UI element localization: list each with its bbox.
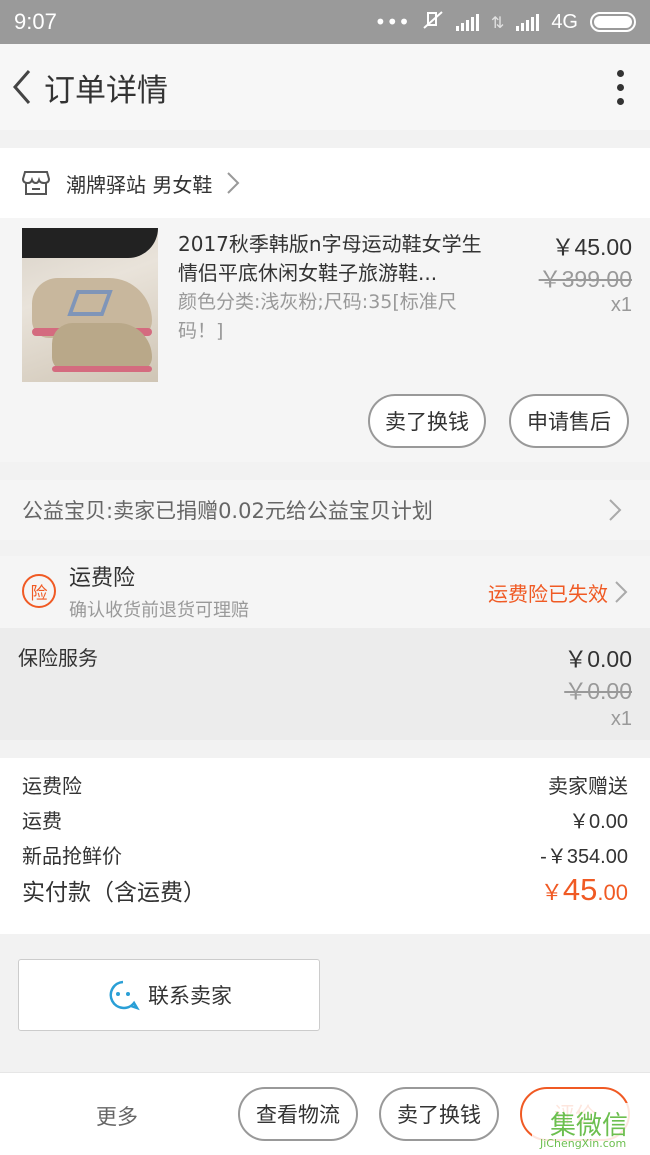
total-decimal: .00 <box>597 880 628 905</box>
chevron-right-icon <box>615 581 628 603</box>
page-title: 订单详情 <box>44 72 168 109</box>
summary-row: 运费 ￥0.00 <box>22 805 628 834</box>
total-value: ￥45.00 <box>541 872 628 908</box>
after-sale-button[interactable]: 申请售后 <box>509 394 629 448</box>
payment-summary: 运费险 卖家赠送 运费 ￥0.00 新品抢鲜价 -￥354.00 实付款（含运费… <box>0 758 650 934</box>
chevron-right-icon <box>227 172 240 194</box>
watermark: 集微信 JiChengXin.com <box>532 1103 650 1155</box>
total-row: 实付款（含运费） ￥45.00 <box>22 872 628 908</box>
summary-label: 运费险 <box>22 774 82 798</box>
insurance-status: 运费险已失效 <box>488 582 608 606</box>
store-icon <box>22 171 50 195</box>
more-dots-icon: ••• <box>374 10 410 34</box>
insurance-badge-icon: 险 <box>22 574 56 608</box>
total-currency: ￥ <box>540 880 563 905</box>
service-price: ￥0.00 <box>564 646 632 672</box>
service-original-price: ￥0.00 <box>564 678 632 704</box>
signal-icon-2 <box>516 13 540 31</box>
signal-icon <box>455 13 479 31</box>
more-menu-button[interactable] <box>590 44 650 130</box>
summary-value: -￥354.00 <box>540 846 628 868</box>
product-title: 2017秋季韩版n字母运动鞋女学生情侣平底休闲女鞋子旅游鞋... <box>178 232 482 285</box>
charity-row[interactable]: 公益宝贝:卖家已捐赠0.02元给公益宝贝计划 <box>0 480 650 540</box>
product-price: ￥45.00 <box>551 234 632 260</box>
summary-row: 运费险 卖家赠送 <box>22 770 628 799</box>
status-icons: ••• ⇅ 4G <box>375 10 636 35</box>
shop-name: 潮牌驿站 男女鞋 <box>66 172 213 197</box>
product-original-price: ￥399.00 <box>538 266 632 292</box>
service-quantity: x1 <box>610 708 632 730</box>
network-type: 4G <box>551 10 578 33</box>
summary-label: 运费 <box>22 809 62 833</box>
chevron-right-icon <box>609 499 622 521</box>
battery-icon <box>590 12 636 32</box>
back-button[interactable] <box>2 44 42 130</box>
product-sku: 颜色分类:浅灰粉;尺码:35[标准尺码！] <box>178 291 457 342</box>
summary-row: 新品抢鲜价 -￥354.00 <box>22 840 628 869</box>
total-label: 实付款（含运费） <box>22 880 206 906</box>
chat-face-icon <box>109 980 140 1011</box>
contact-seller-button[interactable]: 联系卖家 <box>18 959 320 1031</box>
summary-value: ￥0.00 <box>569 811 628 833</box>
summary-value: 卖家赠送 <box>548 776 628 798</box>
shipping-insurance-row[interactable]: 险 运费险 确认收货前退货可理赔 运费险已失效 <box>0 556 650 628</box>
insurance-title: 运费险 <box>69 566 136 591</box>
service-name: 保险服务 <box>18 646 98 670</box>
view-logistics-button[interactable]: 查看物流 <box>238 1087 358 1141</box>
more-actions-link[interactable]: 更多 <box>96 1101 138 1131</box>
data-arrows-icon: ⇅ <box>490 12 505 32</box>
watermark-url: JiChengXin.com <box>540 1137 627 1150</box>
sell-button[interactable]: 卖了换钱 <box>379 1087 499 1141</box>
nav-bar: 订单详情 <box>0 44 650 130</box>
bottom-action-bar: 更多 查看物流 卖了换钱 评价 集微信 JiChengXin.com <box>0 1072 650 1155</box>
product-quantity: x1 <box>610 294 632 316</box>
order-item[interactable]: 2017秋季韩版n字母运动鞋女学生情侣平底休闲女鞋子旅游鞋... 颜色分类:浅灰… <box>0 218 650 462</box>
insurance-service-item: 保险服务 ￥0.00 ￥0.00 x1 <box>0 628 650 740</box>
status-bar: 9:07 ••• ⇅ 4G <box>0 0 650 44</box>
chevron-left-icon <box>13 70 31 104</box>
sell-item-button[interactable]: 卖了换钱 <box>368 394 486 448</box>
product-image[interactable] <box>22 228 158 382</box>
contact-seller-label: 联系卖家 <box>148 984 232 1008</box>
shop-row[interactable]: 潮牌驿站 男女鞋 <box>0 148 650 218</box>
charity-text: 公益宝贝:卖家已捐赠0.02元给公益宝贝计划 <box>22 499 433 523</box>
total-integer: 45 <box>562 872 598 907</box>
summary-label: 新品抢鲜价 <box>22 844 122 868</box>
insurance-subtitle: 确认收货前退货可理赔 <box>69 600 249 621</box>
mute-icon <box>422 10 444 35</box>
status-time: 9:07 <box>14 9 57 34</box>
